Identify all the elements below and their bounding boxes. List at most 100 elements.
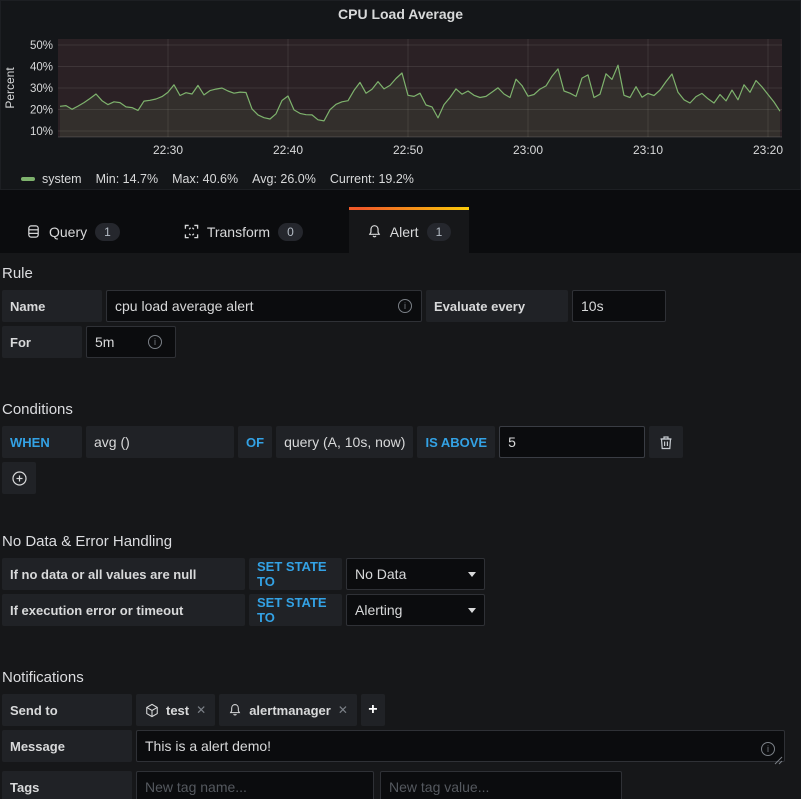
chevron-down-icon bbox=[468, 608, 476, 613]
svg-text:40%: 40% bbox=[30, 62, 53, 74]
evaluate-every-input[interactable] bbox=[572, 290, 666, 322]
legend-series-name: system bbox=[42, 172, 82, 186]
channel-chip-test[interactable]: test ✕ bbox=[136, 694, 215, 726]
send-to-label: Send to bbox=[2, 694, 132, 726]
svg-text:23:10: 23:10 bbox=[633, 143, 663, 157]
tab-query-badge: 1 bbox=[95, 223, 120, 241]
delete-condition-button[interactable] bbox=[649, 426, 683, 458]
svg-text:22:30: 22:30 bbox=[153, 143, 183, 157]
when-keyword[interactable]: WHEN bbox=[2, 426, 82, 458]
error-row: If execution error or timeout SET STATE … bbox=[2, 594, 785, 626]
legend-swatch-icon bbox=[21, 177, 35, 181]
tag-name-wrap bbox=[136, 771, 374, 799]
tag-name-input[interactable] bbox=[136, 771, 374, 799]
message-textarea[interactable]: This is a alert demo! bbox=[136, 730, 785, 762]
no-data-heading: No Data & Error Handling bbox=[2, 533, 785, 550]
info-icon[interactable]: i bbox=[398, 299, 412, 313]
chart: 10% 20% 30% 40% 50% 22:30 22:40 22:50 23:00 23:10… bbox=[1, 31, 800, 166]
channel-chip-alertmanager[interactable]: alertmanager ✕ bbox=[219, 694, 357, 726]
webhook-icon bbox=[145, 703, 159, 718]
error-select-value: Alerting bbox=[355, 602, 402, 618]
evaluate-input-wrap bbox=[572, 290, 666, 322]
no-data-select[interactable]: No Data bbox=[346, 558, 485, 590]
tab-alert-badge: 1 bbox=[427, 223, 452, 241]
tab-transform[interactable]: Transform 0 bbox=[166, 207, 321, 253]
legend-series[interactable]: system bbox=[21, 172, 82, 186]
operator-keyword[interactable]: IS ABOVE bbox=[417, 426, 495, 458]
legend-max: Max: 40.6% bbox=[172, 172, 238, 186]
circle-plus-icon bbox=[11, 470, 28, 487]
info-icon[interactable]: i bbox=[148, 335, 162, 349]
panel-title: CPU Load Average bbox=[1, 6, 800, 24]
no-data-label: If no data or all values are null bbox=[2, 558, 245, 590]
cpu-load-panel: CPU Load Average 10% 20% 30% 40% 50% 22:30 22:… bbox=[0, 0, 801, 190]
svg-text:50%: 50% bbox=[30, 40, 53, 52]
legend-avg: Avg: 26.0% bbox=[252, 172, 316, 186]
svg-text:22:40: 22:40 bbox=[273, 143, 303, 157]
svg-text:10%: 10% bbox=[30, 126, 53, 138]
rule-row-1: Name i Evaluate every bbox=[2, 290, 785, 322]
error-select[interactable]: Alerting bbox=[346, 594, 485, 626]
add-condition-button[interactable] bbox=[2, 462, 36, 494]
rule-row-2: For i bbox=[2, 326, 785, 358]
error-set-state: SET STATE TO bbox=[249, 594, 342, 626]
for-label: For bbox=[2, 326, 82, 358]
remove-channel-icon[interactable]: ✕ bbox=[338, 703, 348, 717]
svg-text:30%: 30% bbox=[30, 83, 53, 95]
query-segment[interactable]: query (A, 10s, now) bbox=[276, 426, 413, 458]
bell-icon bbox=[228, 703, 242, 717]
no-data-row: If no data or all values are null SET ST… bbox=[2, 558, 785, 590]
chart-legend: system Min: 14.7% Max: 40.6% Avg: 26.0% … bbox=[21, 172, 800, 186]
threshold-input[interactable] bbox=[499, 426, 645, 458]
notifications-heading: Notifications bbox=[2, 669, 785, 686]
message-row: Message This is a alert demo! i bbox=[2, 730, 785, 767]
svg-text:23:20: 23:20 bbox=[753, 143, 783, 157]
bell-icon bbox=[367, 224, 382, 239]
name-input-wrap: i bbox=[106, 290, 422, 322]
transform-icon bbox=[184, 224, 199, 239]
tag-value-wrap bbox=[380, 771, 622, 799]
for-input[interactable] bbox=[86, 326, 176, 358]
tab-transform-label: Transform bbox=[207, 224, 270, 240]
no-data-select-value: No Data bbox=[355, 566, 406, 582]
channel-name: test bbox=[166, 703, 189, 718]
tab-query[interactable]: Query 1 bbox=[8, 207, 138, 253]
trash-icon bbox=[659, 435, 673, 450]
no-data-set-state: SET STATE TO bbox=[249, 558, 342, 590]
legend-current: Current: 19.2% bbox=[330, 172, 414, 186]
svg-text:22:50: 22:50 bbox=[393, 143, 423, 157]
tags-label: Tags bbox=[2, 771, 132, 799]
name-label: Name bbox=[2, 290, 102, 322]
info-icon[interactable]: i bbox=[761, 742, 775, 756]
legend-min: Min: 14.7% bbox=[96, 172, 159, 186]
send-to-row: Send to test ✕ alertmanager ✕ + bbox=[2, 694, 785, 726]
tab-query-label: Query bbox=[49, 224, 87, 240]
tab-alert-label: Alert bbox=[390, 224, 419, 240]
of-keyword[interactable]: OF bbox=[238, 426, 272, 458]
resize-handle-icon[interactable] bbox=[774, 756, 783, 765]
threshold-input-wrap bbox=[499, 426, 645, 458]
error-label: If execution error or timeout bbox=[2, 594, 245, 626]
name-input[interactable] bbox=[106, 290, 422, 322]
conditions-heading: Conditions bbox=[2, 401, 785, 418]
condition-row: WHEN avg () OF query (A, 10s, now) IS AB… bbox=[2, 426, 785, 458]
add-condition-row bbox=[2, 462, 785, 494]
remove-channel-icon[interactable]: ✕ bbox=[196, 703, 206, 717]
tab-alert[interactable]: Alert 1 bbox=[349, 207, 469, 253]
svg-text:Percent: Percent bbox=[3, 67, 17, 109]
tags-row: Tags bbox=[2, 771, 785, 799]
database-icon bbox=[26, 224, 41, 239]
svg-text:20%: 20% bbox=[30, 105, 53, 117]
chevron-down-icon bbox=[468, 572, 476, 577]
tab-transform-badge: 0 bbox=[278, 223, 303, 241]
editor-tabs: Query 1 Transform 0 Alert 1 bbox=[0, 190, 801, 253]
svg-text:23:00: 23:00 bbox=[513, 143, 543, 157]
evaluate-every-label: Evaluate every bbox=[426, 290, 568, 322]
cpu-load-chart[interactable]: 10% 20% 30% 40% 50% 22:30 22:40 22:50 23:00 23:10… bbox=[1, 31, 801, 161]
tag-value-input[interactable] bbox=[380, 771, 622, 799]
aggregation-segment[interactable]: avg () bbox=[86, 426, 234, 458]
add-channel-button[interactable]: + bbox=[361, 694, 385, 726]
rule-heading: Rule bbox=[2, 265, 785, 282]
message-label: Message bbox=[2, 730, 132, 762]
alert-form: Rule Name i Evaluate every For i Conditi… bbox=[0, 265, 801, 799]
